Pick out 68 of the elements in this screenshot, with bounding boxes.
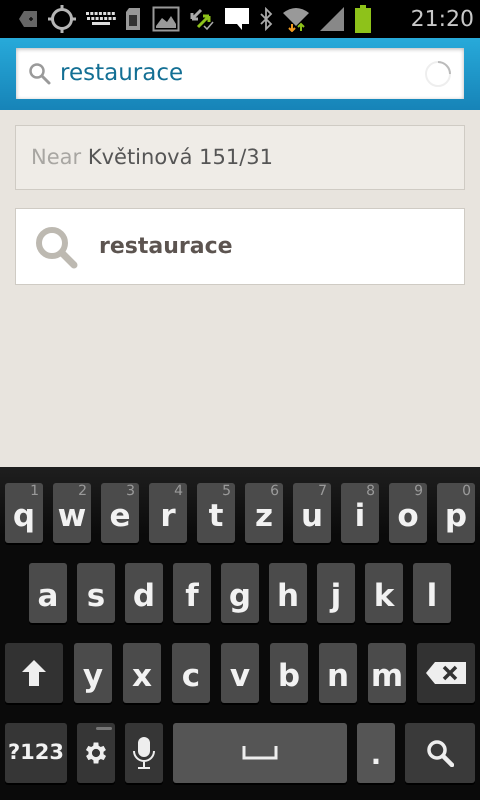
key-hint: 1 bbox=[30, 484, 39, 498]
image-icon bbox=[152, 6, 180, 32]
bluetooth-icon bbox=[259, 7, 273, 31]
letter-key[interactable]: f bbox=[173, 563, 211, 623]
microphone-key[interactable] bbox=[125, 723, 163, 783]
loading-spinner-icon bbox=[424, 60, 452, 88]
near-location-text: Near Květinová 151/31 bbox=[31, 144, 274, 171]
letter-key[interactable]: 9 o bbox=[389, 483, 427, 543]
notification-icon bbox=[18, 10, 38, 28]
letter-key[interactable]: v bbox=[221, 643, 259, 703]
signal-icon bbox=[319, 6, 345, 32]
symbols-key[interactable]: ?123 bbox=[5, 723, 67, 783]
letter-key[interactable]: 6 z bbox=[245, 483, 283, 543]
key-hint: 6 bbox=[270, 484, 279, 498]
letter-key[interactable]: j bbox=[317, 563, 355, 623]
letter-key[interactable]: l bbox=[413, 563, 451, 623]
key-hint: 5 bbox=[222, 484, 231, 498]
letter-key[interactable]: g bbox=[221, 563, 259, 623]
letter-key[interactable]: 1 q bbox=[5, 483, 43, 543]
letter-key[interactable]: b bbox=[270, 643, 308, 703]
key-hint: 7 bbox=[318, 484, 327, 498]
key-hint: 3 bbox=[126, 484, 135, 498]
message-icon bbox=[224, 6, 250, 32]
letter-key[interactable]: c bbox=[172, 643, 210, 703]
suggestion-text: restaurace bbox=[99, 233, 233, 261]
sd-card-icon bbox=[125, 7, 143, 31]
period-key[interactable]: . bbox=[357, 723, 395, 783]
key-hint: 2 bbox=[78, 484, 87, 498]
letter-key[interactable]: m bbox=[368, 643, 406, 703]
sync-arrows-icon bbox=[189, 7, 215, 31]
letter-key[interactable]: s bbox=[77, 563, 115, 623]
backspace-icon bbox=[425, 661, 467, 685]
letter-key[interactable]: 4 r bbox=[149, 483, 187, 543]
letter-key[interactable]: d bbox=[125, 563, 163, 623]
key-hint: 8 bbox=[366, 484, 375, 498]
backspace-key[interactable] bbox=[417, 643, 475, 703]
letter-key[interactable]: n bbox=[319, 643, 357, 703]
letter-key[interactable]: x bbox=[123, 643, 161, 703]
search-field[interactable]: restaurace bbox=[16, 48, 464, 99]
key-hint: 4 bbox=[174, 484, 183, 498]
letter-key[interactable]: y bbox=[74, 643, 112, 703]
key-indicator bbox=[96, 727, 112, 730]
search-icon bbox=[28, 62, 52, 86]
shift-arrow-icon bbox=[21, 659, 47, 687]
letter-key[interactable]: k bbox=[365, 563, 403, 623]
letter-key[interactable]: 3 e bbox=[101, 483, 139, 543]
search-suggestion[interactable]: restaurace bbox=[15, 208, 465, 285]
letter-key[interactable]: 7 u bbox=[293, 483, 331, 543]
microphone-icon bbox=[132, 736, 156, 770]
letter-key[interactable]: 8 i bbox=[341, 483, 379, 543]
space-bar-icon bbox=[242, 746, 278, 760]
key-hint: 9 bbox=[414, 484, 423, 498]
shift-key[interactable] bbox=[5, 643, 63, 703]
letter-key[interactable]: h bbox=[269, 563, 307, 623]
wifi-icon bbox=[282, 6, 310, 32]
location-target-icon bbox=[47, 4, 77, 34]
key-hint: 0 bbox=[462, 484, 471, 498]
battery-icon bbox=[354, 5, 372, 33]
keyboard-icon bbox=[86, 11, 116, 27]
letter-key[interactable]: 0 p bbox=[437, 483, 475, 543]
settings-key[interactable] bbox=[77, 723, 115, 783]
location-bar[interactable]: Near Květinová 151/31 bbox=[15, 125, 465, 190]
clock-time: 21:20 bbox=[410, 6, 474, 34]
search-icon bbox=[426, 739, 454, 767]
letter-key[interactable]: 5 t bbox=[197, 483, 235, 543]
letter-key[interactable]: 2 w bbox=[53, 483, 91, 543]
letter-key[interactable]: a bbox=[29, 563, 67, 623]
search-key[interactable] bbox=[405, 723, 475, 783]
